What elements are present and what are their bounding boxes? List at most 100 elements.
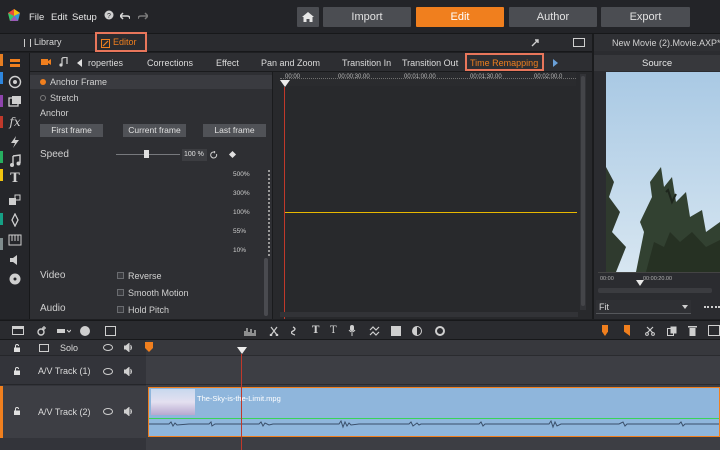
undo-icon[interactable] [120,11,130,21]
speed-slider-handle[interactable] [144,150,149,158]
more-options-icon[interactable] [704,306,720,308]
scorefitter-icon[interactable] [8,233,22,247]
stretch-radio[interactable] [40,95,46,101]
redo-icon[interactable] [138,11,148,21]
reset-speed-icon[interactable] [210,151,218,159]
lock-icon[interactable] [13,407,21,415]
clip-list-icon[interactable] [105,326,116,336]
tab-effect[interactable]: Effect [216,58,239,68]
tab-transition-out[interactable]: Transition Out [402,58,458,68]
motion-icon[interactable] [8,213,22,227]
mode-export-button[interactable]: Export [601,7,690,27]
source-scrollbar[interactable] [598,288,712,293]
record-icon[interactable] [80,326,90,336]
last-frame-button[interactable]: Last frame [203,124,266,137]
title-icon[interactable]: T [8,172,22,186]
mode-import-button[interactable]: Import [323,7,411,27]
clip-properties-icon[interactable] [8,56,22,70]
track-layout-icon[interactable] [12,326,24,335]
timeline-track-area[interactable]: The-Sky-is-the-Limit.mpg [145,340,720,450]
layout-icon[interactable] [573,38,585,47]
speaker-icon[interactable] [124,343,133,352]
menu-edit[interactable]: Edit [51,12,67,23]
av-track-1-lane[interactable] [146,357,720,385]
audio-mixer-icon[interactable] [244,326,256,336]
menu-file[interactable]: File [29,12,44,23]
add-keyframe-icon[interactable] [228,150,237,159]
panel-scrollbar[interactable] [264,258,268,316]
speed-curve-line[interactable] [285,212,577,213]
fit-dropdown[interactable]: Fit [596,300,691,314]
fx-icon[interactable]: fx [8,115,22,129]
tab-transition-in[interactable]: Transition In [342,58,391,68]
home-button[interactable] [297,7,319,27]
audio-effects-icon[interactable] [8,253,22,267]
first-frame-button[interactable]: First frame [40,124,103,137]
color-correction-icon[interactable] [412,326,422,336]
lock-icon[interactable] [13,367,21,375]
current-frame-button[interactable]: Current frame [123,124,186,137]
av-track-1-header[interactable]: A/V Track (1) [0,357,146,385]
remap-vscrollbar[interactable] [580,74,586,310]
app-logo-icon[interactable] [6,8,22,24]
visibility-eye-icon[interactable] [103,344,113,351]
zoom-icon[interactable] [708,325,720,336]
montage-icon[interactable] [8,193,22,207]
marker-out-icon[interactable] [624,325,630,336]
marker-in-icon[interactable] [602,325,608,336]
source-ruler[interactable]: 00:00 00:00:20.00 [598,272,720,286]
tab-pan-and-zoom[interactable]: Pan and Zoom [261,58,320,68]
remap-hscrollbar[interactable] [280,312,578,317]
time-remap-graph-panel[interactable] [272,72,592,319]
av-track-2-header[interactable]: A/V Track (2) [0,386,146,438]
solo-icon[interactable] [39,344,49,352]
av-track-1-name[interactable]: A/V Track (1) [38,366,91,376]
audio-clip-icon[interactable] [58,57,68,67]
timeline-playhead-marker[interactable] [237,347,247,354]
remap-playhead-marker[interactable] [280,80,290,87]
timeline-settings-icon[interactable] [37,326,47,336]
source-playhead-marker[interactable] [636,280,644,286]
reverse-checkbox[interactable] [117,272,124,279]
title-track-icon[interactable]: T [312,325,319,336]
av-track-2-name[interactable]: A/V Track (2) [38,407,91,417]
anchor-frame-radio[interactable] [40,79,46,85]
menu-setup[interactable]: Setup [72,12,97,23]
delete-icon[interactable] [688,325,697,336]
tab-library[interactable]: Library [34,37,62,47]
source-preview-video[interactable] [606,72,720,272]
music-icon[interactable] [8,154,22,168]
copy-icon[interactable] [667,326,677,336]
help-icon[interactable]: ? [104,10,114,20]
razor-icon[interactable] [269,326,279,336]
tab-properties[interactable]: roperties [88,58,123,68]
effects-icon[interactable] [435,326,445,336]
hold-pitch-checkbox[interactable] [117,306,124,313]
cut-icon[interactable] [645,326,655,336]
voiceover-icon[interactable] [348,325,356,336]
tab-corrections[interactable]: Corrections [147,58,193,68]
speaker-icon[interactable] [124,407,133,416]
visibility-eye-icon[interactable] [103,368,113,375]
fit-to-window-icon[interactable] [369,326,381,336]
speed-value-field[interactable]: 100 % [182,149,207,161]
corrections-icon[interactable] [8,75,22,89]
anchor-frame-row[interactable]: Anchor Frame [30,75,272,89]
storyboard-icon[interactable] [390,325,402,337]
visibility-eye-icon[interactable] [103,408,113,415]
smooth-motion-checkbox[interactable] [117,289,124,296]
disc-menu-icon[interactable] [8,272,22,286]
link-icon[interactable] [530,38,540,48]
lock-icon[interactable] [13,344,21,352]
transitions-icon[interactable] [8,135,22,149]
video-clip-icon[interactable] [40,57,52,67]
mode-author-button[interactable]: Author [509,7,597,27]
dynamic-length-icon[interactable] [291,326,299,336]
mode-dropdown-icon[interactable] [57,327,71,335]
video-clip[interactable]: The-Sky-is-the-Limit.mpg [148,387,720,437]
tabs-scroll-right-icon[interactable] [553,59,558,67]
media-icon[interactable] [8,95,22,109]
speaker-icon[interactable] [124,367,133,376]
tabs-scroll-left-icon[interactable] [77,59,82,67]
text-edit-icon[interactable]: T [330,325,337,336]
